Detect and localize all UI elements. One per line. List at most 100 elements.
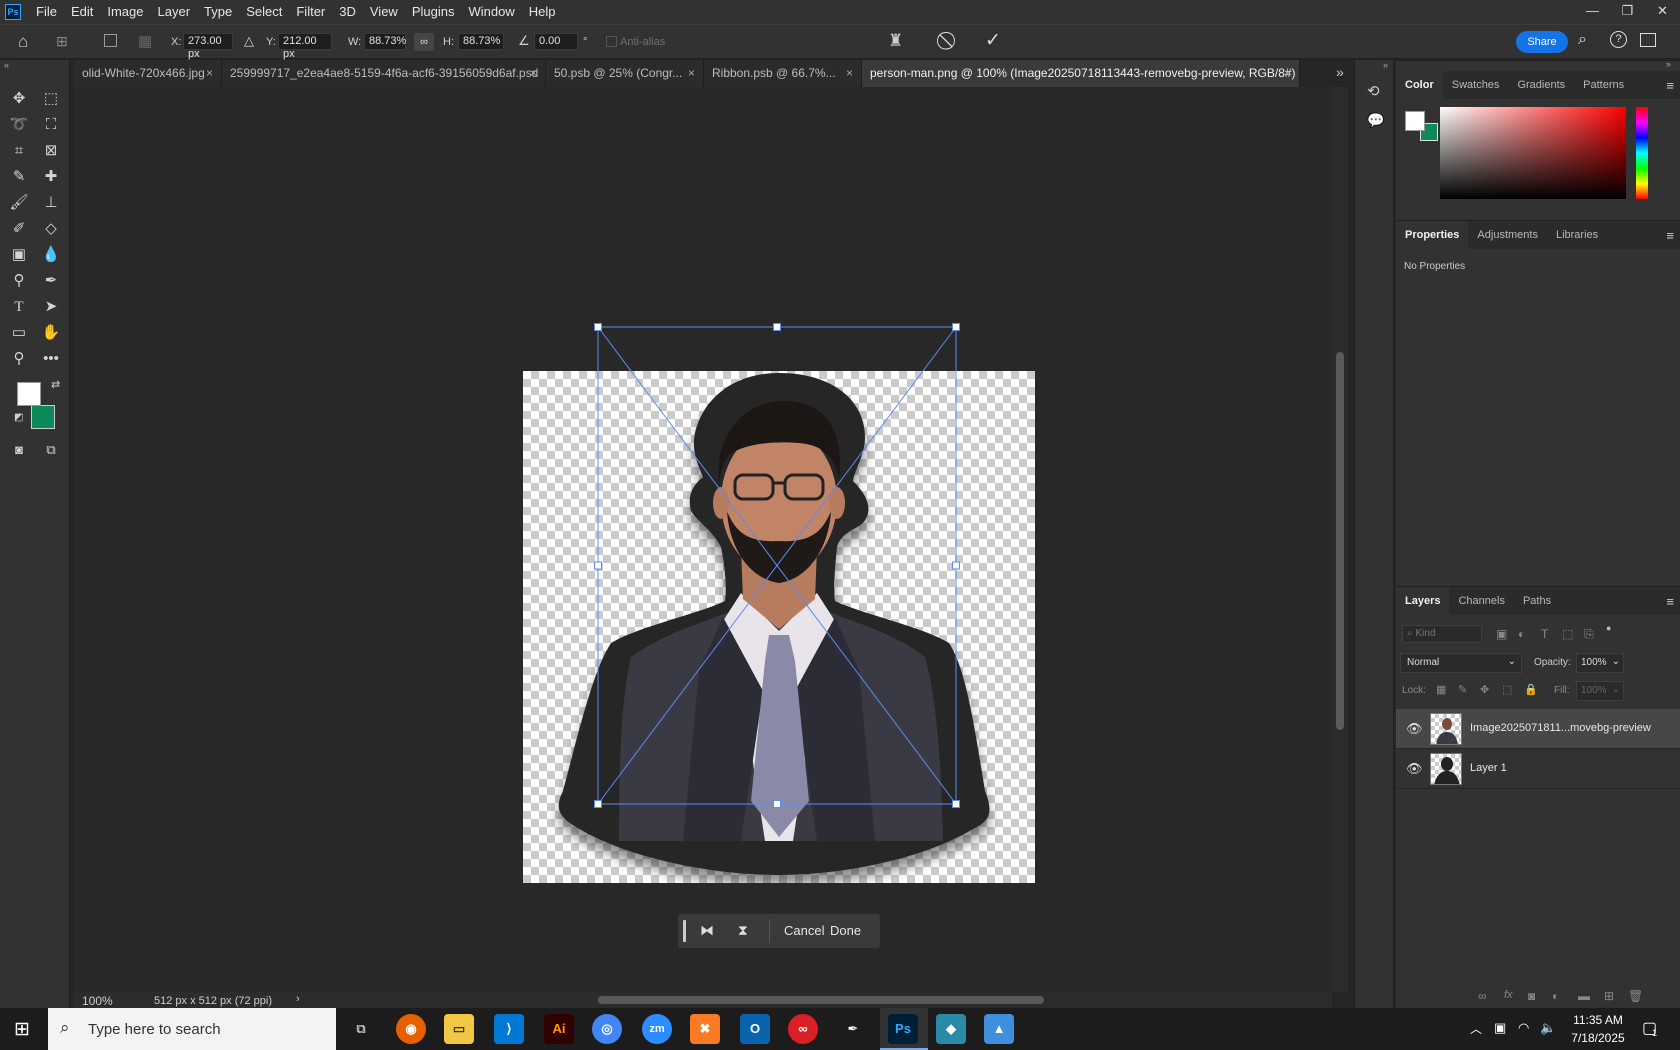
menu-layer[interactable]: Layer xyxy=(151,0,198,24)
tab-patterns[interactable]: Patterns xyxy=(1574,71,1633,99)
brush-tool-icon[interactable]: 🖌 xyxy=(6,191,32,215)
history-panel-icon[interactable]: ⟲ xyxy=(1367,82,1380,100)
pen-tool-app-icon[interactable]: ✒ xyxy=(838,1014,868,1044)
layer-style-icon[interactable]: fx xyxy=(1504,989,1513,1001)
filter-shape-icon[interactable]: ⬚ xyxy=(1562,627,1573,641)
foreground-color-swatch[interactable] xyxy=(17,382,41,406)
vertical-scrollbar[interactable] xyxy=(1332,87,1348,992)
swap-colors-icon[interactable]: ⇄ xyxy=(51,378,60,391)
close-tab-icon[interactable]: × xyxy=(688,60,695,87)
drag-handle-icon[interactable] xyxy=(683,920,686,942)
collapse-panels-icon[interactable]: » xyxy=(1383,60,1388,70)
cancel-button[interactable]: Cancel xyxy=(784,923,824,938)
volume-icon[interactable]: 🔈 xyxy=(1540,1020,1556,1036)
tab-document[interactable]: 50.psb @ 25% (Congr... × xyxy=(546,60,704,87)
app-gem-icon[interactable]: ◆ xyxy=(936,1014,966,1044)
close-tab-icon[interactable]: × xyxy=(1284,60,1291,87)
restore-icon[interactable]: ❐ xyxy=(1610,0,1645,22)
filter-adjustment-icon[interactable]: ◐ xyxy=(1518,627,1525,641)
color-field[interactable] xyxy=(1440,107,1626,199)
clock-time[interactable]: 11:35 AM xyxy=(1568,1013,1628,1027)
document-info[interactable]: 512 px x 512 px (72 ppi) xyxy=(154,995,272,1007)
done-button[interactable]: Done xyxy=(830,923,861,938)
wifi-icon[interactable]: ◠ xyxy=(1518,1020,1529,1036)
zoom-level[interactable]: 100% xyxy=(82,994,113,1008)
transform-handle[interactable] xyxy=(594,323,602,331)
link-layers-icon[interactable]: ∞ xyxy=(1478,989,1487,1003)
add-mask-icon[interactable]: ◙ xyxy=(1528,989,1535,1003)
flip-horizontal-icon[interactable]: ⧓ xyxy=(700,922,714,939)
transform-handle[interactable] xyxy=(952,800,960,808)
visibility-eye-icon[interactable]: 👁 xyxy=(1406,761,1423,777)
hand-tool-icon[interactable]: ✋ xyxy=(38,321,64,345)
menu-filter[interactable]: Filter xyxy=(289,0,332,24)
more-tools-icon[interactable]: ••• xyxy=(38,347,64,371)
tab-properties[interactable]: Properties xyxy=(1396,221,1469,249)
transform-handle[interactable] xyxy=(952,323,960,331)
vs-code-icon[interactable]: ⟩ xyxy=(494,1014,524,1044)
free-transform-box[interactable] xyxy=(523,323,960,847)
outlook-icon[interactable]: O xyxy=(740,1014,770,1044)
vertical-scroll-thumb[interactable] xyxy=(1336,352,1344,730)
lock-transparent-icon[interactable]: ▦ xyxy=(1436,683,1446,696)
menu-window[interactable]: Window xyxy=(461,0,521,24)
close-tab-icon[interactable]: × xyxy=(530,60,537,87)
layer-name[interactable]: Image2025071811...movebg-preview xyxy=(1470,722,1651,734)
filter-pixel-icon[interactable]: ▣ xyxy=(1496,627,1507,641)
menu-type[interactable]: Type xyxy=(197,0,239,24)
tab-libraries[interactable]: Libraries xyxy=(1547,221,1607,249)
opacity-field[interactable]: 100% ⌄ xyxy=(1576,653,1624,673)
frame-tool-icon[interactable]: ⊠ xyxy=(38,139,64,163)
search-icon[interactable]: ⌕ xyxy=(1578,31,1587,49)
eyedropper-tool-icon[interactable]: ✎ xyxy=(6,165,32,189)
lasso-tool-icon[interactable]: ➰ xyxy=(6,113,32,137)
creative-cloud-icon[interactable]: ∞ xyxy=(788,1014,818,1044)
canvas-area[interactable]: ⧓ ⧗ Cancel Done ▴ xyxy=(74,87,1343,992)
dodge-tool-icon[interactable]: ⚲ xyxy=(6,269,32,293)
reference-point-icon[interactable]: ⊞ xyxy=(56,33,68,50)
screen-mode-icon[interactable]: ⧉ xyxy=(38,438,64,462)
clone-stamp-tool-icon[interactable]: ⊥ xyxy=(38,191,64,215)
tab-color[interactable]: Color xyxy=(1396,71,1443,99)
comments-panel-icon[interactable]: 💬 xyxy=(1367,112,1384,129)
rectangle-tool-icon[interactable]: ▭ xyxy=(6,321,32,345)
transform-handle[interactable] xyxy=(773,800,781,808)
tab-channels[interactable]: Channels xyxy=(1449,587,1513,615)
transform-handle[interactable] xyxy=(773,323,781,331)
close-tab-icon[interactable]: × xyxy=(206,60,213,87)
clock-date[interactable]: 7/18/2025 xyxy=(1568,1031,1628,1045)
default-colors-icon[interactable]: ◩ xyxy=(14,412,23,423)
lock-pixels-icon[interactable]: ✎ xyxy=(1458,683,1467,696)
layer-row[interactable]: 👁 Image2025071811...movebg-preview xyxy=(1396,709,1680,749)
visibility-eye-icon[interactable]: 👁 xyxy=(1406,721,1423,737)
lock-artboard-icon[interactable]: ⬚ xyxy=(1502,683,1512,696)
layer-kind-filter[interactable]: ⌕ Kind xyxy=(1402,625,1482,643)
panel-menu-icon[interactable]: ≡ xyxy=(1666,228,1674,243)
eraser-tool-icon[interactable]: ◇ xyxy=(38,217,64,241)
filter-smart-icon[interactable]: ⎘ xyxy=(1584,627,1594,642)
network-icon[interactable]: ▣ xyxy=(1494,1020,1506,1036)
marquee-tool-icon[interactable]: ⬚ xyxy=(38,87,64,111)
fill-field[interactable]: 100% ⌄ xyxy=(1576,681,1624,701)
crop-tool-icon[interactable]: ⌗ xyxy=(6,139,32,163)
filter-type-icon[interactable]: T xyxy=(1541,627,1548,641)
tray-chevron-icon[interactable]: ︿ xyxy=(1470,1020,1482,1037)
illustrator-icon[interactable]: Ai xyxy=(544,1014,574,1044)
photoshop-taskbar-icon[interactable]: Ps xyxy=(888,1014,918,1044)
gradient-tool-icon[interactable]: ▣ xyxy=(6,243,32,267)
menu-select[interactable]: Select xyxy=(239,0,289,24)
taskbar-search[interactable]: ⌕ Type here to search xyxy=(48,1008,336,1050)
xampp-icon[interactable]: ✖ xyxy=(690,1014,720,1044)
w-field[interactable]: 88.73% xyxy=(364,33,406,50)
photos-app-icon[interactable]: ▲ xyxy=(984,1014,1014,1044)
background-color-swatch[interactable] xyxy=(31,405,55,429)
tab-document[interactable]: olid-White-720x466.jpg × xyxy=(74,60,222,87)
minimize-icon[interactable]: — xyxy=(1575,0,1610,22)
object-select-tool-icon[interactable]: ⛶ xyxy=(38,113,64,137)
tab-document[interactable]: 259999717_e2ea4ae8-5159-4f6a-acf6-391560… xyxy=(222,60,546,87)
horizontal-scroll-thumb[interactable] xyxy=(598,996,1044,1004)
transform-handle[interactable] xyxy=(952,561,960,570)
quick-mask-icon[interactable]: ◙ xyxy=(6,438,32,462)
layer-name[interactable]: Layer 1 xyxy=(1470,762,1507,774)
collapse-right-icon[interactable]: » xyxy=(1666,59,1671,69)
